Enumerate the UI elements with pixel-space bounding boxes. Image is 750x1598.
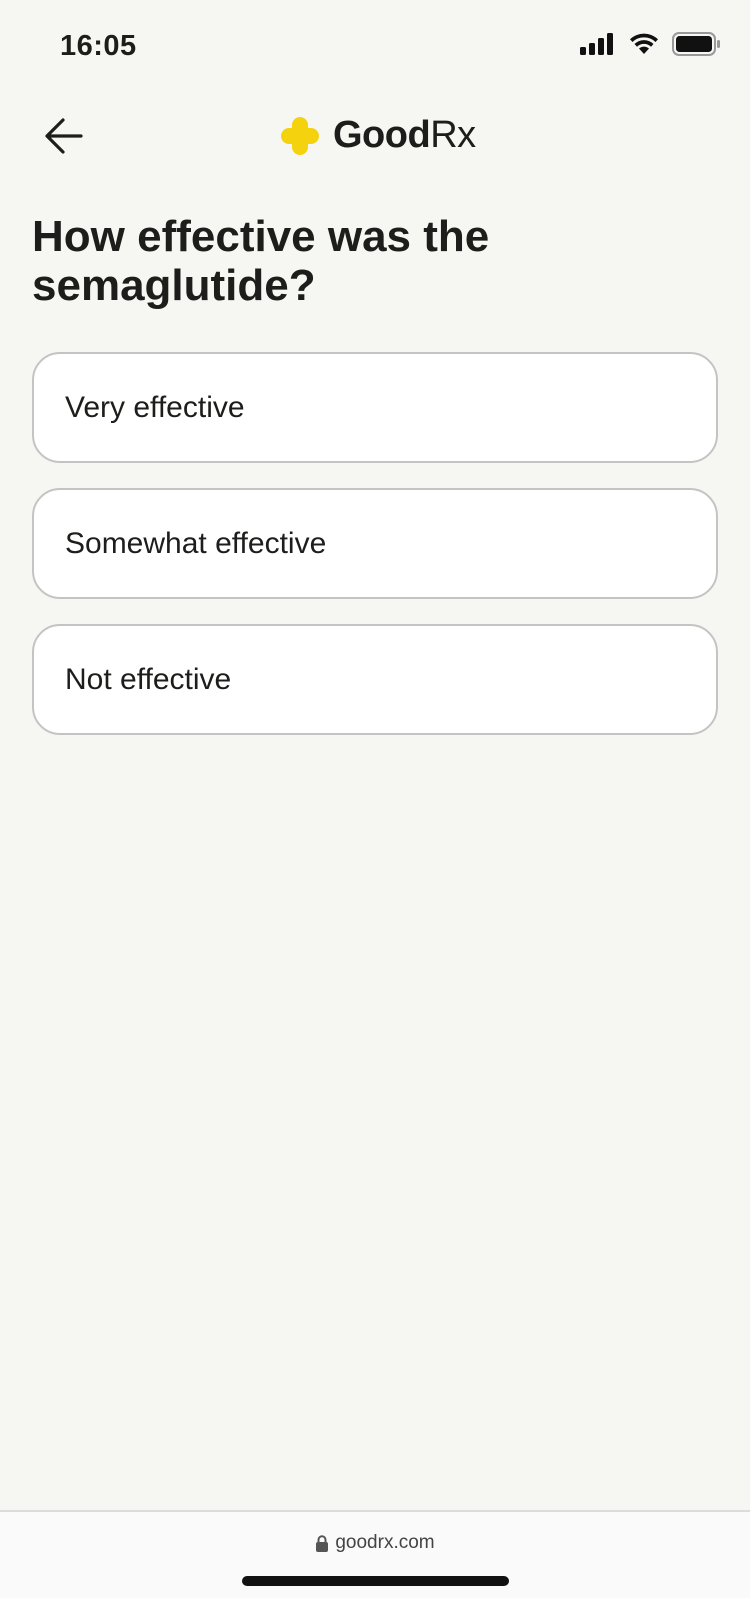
status-time: 16:05	[60, 30, 137, 62]
option-label: Very effective	[65, 390, 245, 424]
option-label: Not effective	[65, 662, 232, 696]
goodrx-plus-icon	[281, 116, 319, 155]
arrow-left-icon	[45, 118, 83, 154]
page: 16:05 GoodRx How effective was the semag…	[0, 0, 750, 1598]
home-indicator[interactable]	[242, 1576, 509, 1586]
browser-bar: goodrx.com	[0, 1510, 750, 1598]
battery-icon	[672, 32, 720, 56]
logo-text: GoodRx	[333, 114, 476, 156]
status-icons	[580, 32, 722, 56]
options-list: Very effective Somewhat effective Not ef…	[32, 352, 718, 760]
status-bar: 16:05	[0, 0, 750, 90]
header: GoodRx	[0, 100, 750, 172]
option-very-effective[interactable]: Very effective	[32, 352, 718, 463]
signal-icon	[580, 33, 613, 55]
option-label: Somewhat effective	[65, 526, 327, 560]
url-bar[interactable]: goodrx.com	[0, 1532, 750, 1554]
goodrx-logo: GoodRx	[279, 114, 476, 157]
question-title: How effective was the semaglutide?	[32, 212, 490, 310]
wifi-icon	[630, 33, 658, 54]
lock-icon	[316, 1534, 329, 1552]
back-button[interactable]	[34, 106, 94, 166]
url-text: goodrx.com	[335, 1532, 435, 1553]
option-somewhat-effective[interactable]: Somewhat effective	[32, 488, 718, 599]
option-not-effective[interactable]: Not effective	[32, 624, 718, 735]
